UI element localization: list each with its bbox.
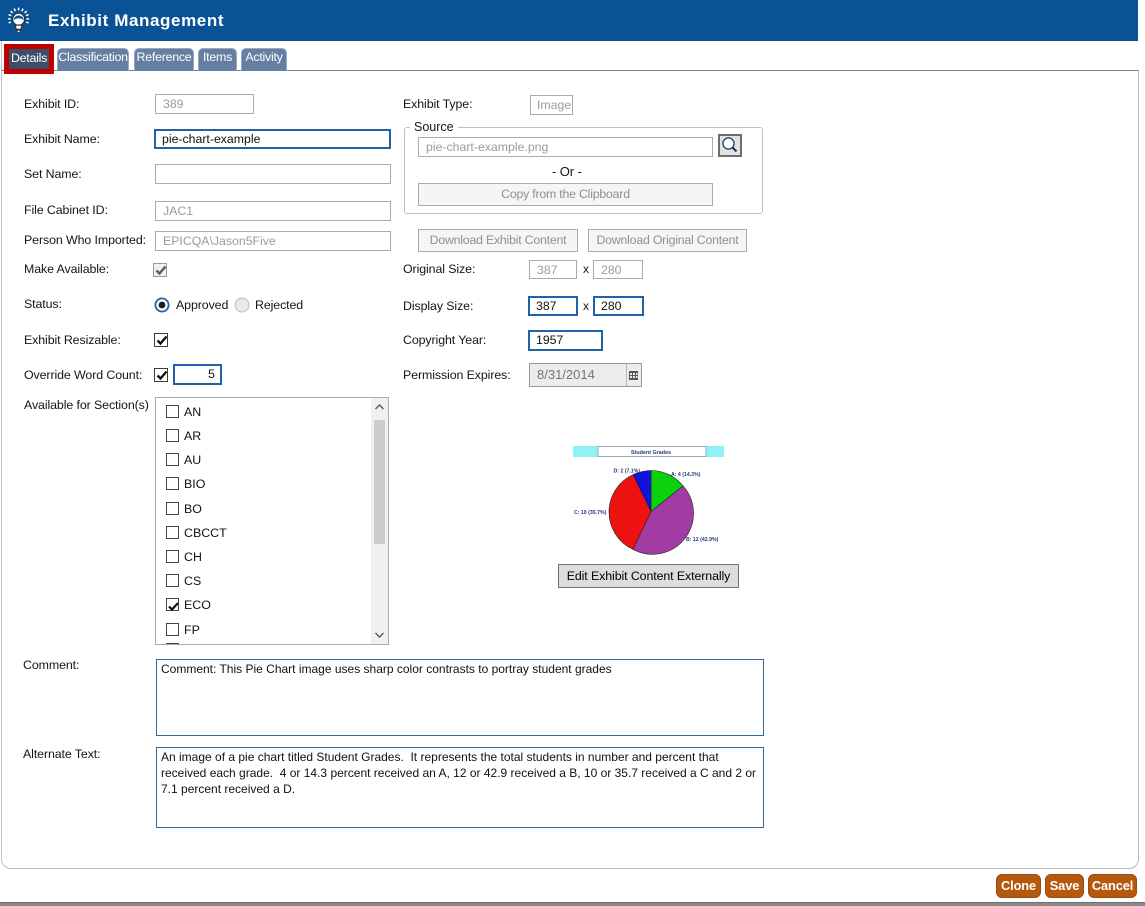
svg-text:C: 10 (35.7%): C: 10 (35.7%) xyxy=(574,510,607,516)
svg-text:Student Grades: Student Grades xyxy=(631,450,671,456)
svg-text:D: 2 (7.1%): D: 2 (7.1%) xyxy=(613,469,640,475)
svg-text:B: 12 (42.9%): B: 12 (42.9%) xyxy=(686,537,719,543)
svg-text:A: 4 (14.3%): A: 4 (14.3%) xyxy=(671,472,701,478)
